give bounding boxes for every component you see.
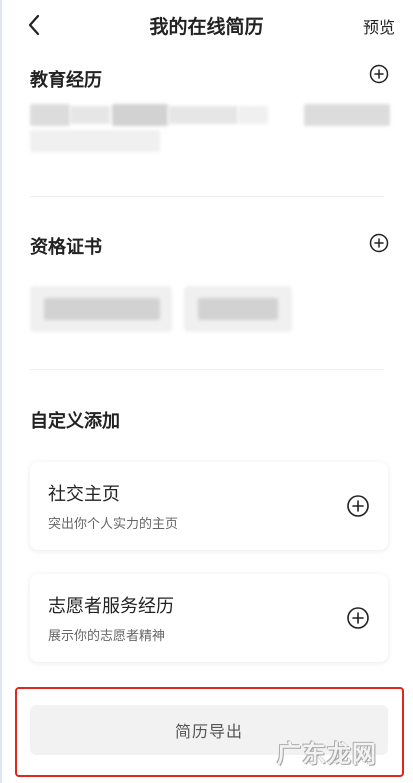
header-bar: 我的在线简历 预览	[0, 0, 413, 50]
preview-button[interactable]: 预览	[363, 14, 395, 38]
redacted-text	[238, 106, 268, 124]
plus-circle-icon	[369, 64, 389, 84]
redacted-text	[168, 106, 238, 124]
redacted-text	[30, 130, 160, 152]
certificates-section-title: 资格证书	[30, 237, 102, 258]
card-title: 志愿者服务经历	[48, 596, 174, 617]
volunteer-experience-card[interactable]: 志愿者服务经历 展示你的志愿者精神	[30, 574, 388, 662]
plus-circle-icon	[347, 495, 369, 517]
card-subtitle: 展示你的志愿者精神	[48, 629, 166, 644]
page-title: 我的在线简历	[149, 16, 264, 38]
add-volunteer-experience-button[interactable]	[346, 606, 370, 630]
add-certificate-button[interactable]	[369, 233, 389, 253]
plus-circle-icon	[347, 607, 369, 629]
redacted-text	[112, 104, 168, 126]
add-education-button[interactable]	[369, 64, 389, 84]
plus-circle-icon	[369, 233, 389, 253]
card-subtitle: 突出你个人实力的主页	[48, 517, 179, 532]
window-edge	[0, 0, 2, 783]
redacted-text	[44, 298, 160, 320]
custom-section-title: 自定义添加	[30, 411, 120, 432]
redacted-text	[198, 298, 278, 320]
redacted-text	[70, 106, 110, 124]
divider	[30, 369, 384, 370]
add-social-homepage-button[interactable]	[346, 494, 370, 518]
education-section-title: 教育经历	[30, 70, 102, 91]
redacted-text	[30, 104, 70, 126]
card-title: 社交主页	[48, 484, 120, 505]
watermark-logo: 广东龙网	[277, 740, 377, 768]
social-homepage-card[interactable]: 社交主页 突出你个人实力的主页	[30, 462, 388, 550]
export-button-label: 简历导出	[174, 722, 243, 741]
divider	[30, 196, 384, 197]
redacted-text	[304, 104, 390, 126]
